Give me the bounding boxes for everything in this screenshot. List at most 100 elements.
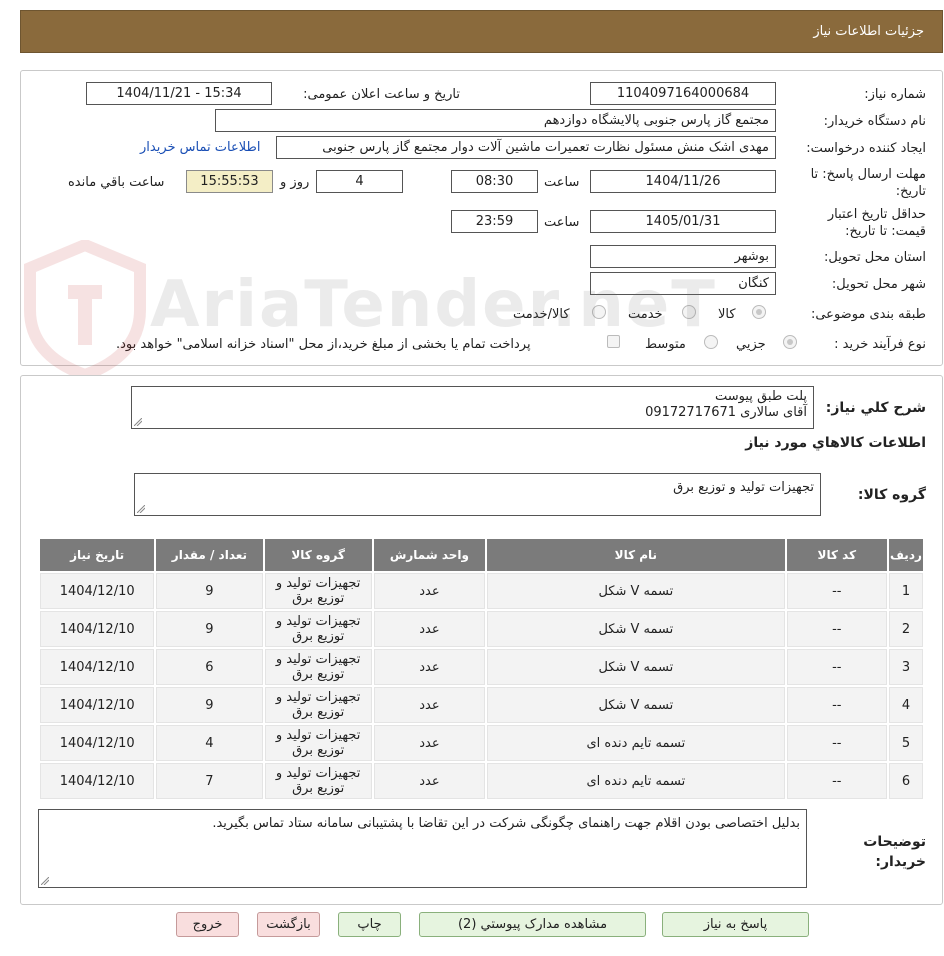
cell-quantity: 9 — [156, 611, 263, 647]
cell-group-line-1: تجهیزات تولید و — [275, 690, 361, 705]
need-number-label: شماره نیاز: — [864, 87, 926, 102]
cell-row-number: 1 — [888, 573, 923, 609]
cell-name: تسمه V شکل — [487, 573, 785, 609]
cell-date: 1404/12/10 — [40, 725, 155, 761]
cell-code: -- — [786, 725, 887, 761]
cell-group-line-1: تجهیزات تولید و — [275, 766, 361, 781]
reply-button[interactable]: پاسخ به نیاز — [662, 912, 809, 937]
cell-name: تسمه V شکل — [487, 649, 785, 685]
cell-group-line-1: تجهیزات تولید و — [275, 614, 361, 629]
buyer-label: نام دستگاه خریدار: — [823, 114, 926, 129]
col-header-quantity: تعداد / مقدار — [156, 539, 263, 571]
back-button[interactable]: بازگشت — [257, 912, 320, 937]
description-field: پلت طبق پیوست آقای سالاری 09172717671 — [131, 386, 814, 429]
cell-name: تسمه تایم دنده ای — [487, 725, 785, 761]
cell-group: تجهیزات تولید و توزیع برق — [264, 611, 372, 647]
buyer-notes-field: بدلیل اختصاصی بودن اقلام جهت راهنمای چگو… — [38, 809, 807, 888]
cell-code: -- — [786, 573, 887, 609]
table-row: 3 -- تسمه V شکل عدد تجهیزات تولید و توزیع… — [40, 649, 923, 685]
buyer-notes-text: بدلیل اختصاصی بودن اقلام جهت راهنمای چگو… — [212, 816, 800, 831]
description-line-1: پلت طبق پیوست — [715, 389, 807, 404]
cell-quantity: 9 — [156, 573, 263, 609]
buyer-notes-label-line-1: توضیحات — [863, 834, 926, 850]
category-radio-goods[interactable] — [752, 305, 766, 319]
requester-label: ایجاد کننده درخواست: — [806, 141, 926, 156]
buyer-contact-link[interactable]: اطلاعات تماس خریدار — [140, 140, 260, 155]
cell-name: تسمه V شکل — [487, 611, 785, 647]
table-row: 4 -- تسمه V شکل عدد تجهیزات تولید و توزیع… — [40, 687, 923, 723]
category-option-goods: کالا — [718, 307, 736, 322]
category-radio-service[interactable] — [682, 305, 696, 319]
announce-label: تاریخ و ساعت اعلان عمومی: — [303, 87, 460, 102]
deadline-time-field: 08:30 — [451, 170, 538, 193]
validity-date-field: 1405/01/31 — [590, 210, 776, 233]
announce-date-field: 1404/11/21 - 15:34 — [86, 82, 272, 105]
city-field: کنگان — [590, 272, 776, 295]
cell-group-line-1: تجهیزات تولید و — [275, 728, 361, 743]
cell-quantity: 7 — [156, 763, 263, 799]
col-header-row-number: ردیف — [888, 539, 923, 571]
cell-code: -- — [786, 687, 887, 723]
cell-group: تجهیزات تولید و توزیع برق — [264, 573, 372, 609]
cell-unit: عدد — [373, 573, 486, 609]
table-row: 5 -- تسمه تایم دنده ای عدد تجهیزات تولید… — [40, 725, 923, 761]
deadline-label: مهلت ارسال پاسخ: تا تاریخ: — [808, 166, 926, 200]
treasury-checkbox[interactable] — [607, 335, 620, 348]
days-label: روز و — [280, 175, 310, 190]
city-label: شهر محل تحویل: — [831, 277, 926, 292]
goods-group-value: تجهیزات تولید و توزیع برق — [673, 480, 814, 495]
cell-name: تسمه تایم دنده ای — [487, 763, 785, 799]
page-header: جزئیات اطلاعات نیاز — [20, 10, 943, 53]
days-field: 4 — [316, 170, 403, 193]
table-row: 2 -- تسمه V شکل عدد تجهیزات تولید و توزیع… — [40, 611, 923, 647]
cell-quantity: 4 — [156, 725, 263, 761]
table-row: 6 -- تسمه تایم دنده ای عدد تجهیزات تولید… — [40, 763, 923, 799]
cell-group-line-2: توزیع برق — [292, 629, 345, 644]
col-header-code: کد کالا — [786, 539, 887, 571]
category-label: طبقه بندی موضوعی: — [810, 307, 926, 322]
cell-row-number: 6 — [888, 763, 923, 799]
buyer-notes-label-line-2: خریدار: — [875, 854, 926, 870]
cell-name: تسمه V شکل — [487, 687, 785, 723]
goods-group-label: گروه کالا: — [857, 487, 926, 503]
table-row: 1 -- تسمه V شکل عدد تجهیزات تولید و توزیع… — [40, 573, 923, 609]
process-label: نوع فرآیند خرید : — [834, 337, 926, 352]
cell-group-line-1: تجهیزات تولید و — [275, 652, 361, 667]
description-line-2: آقای سالاری 09172717671 — [645, 405, 807, 420]
cell-group: تجهیزات تولید و توزیع برق — [264, 687, 372, 723]
cell-group-line-2: توزیع برق — [292, 781, 345, 796]
goods-group-field: تجهیزات تولید و توزیع برق — [134, 473, 821, 516]
col-header-date: تاریخ نیاز — [40, 539, 155, 571]
process-radio-partial[interactable] — [783, 335, 797, 349]
cell-date: 1404/12/10 — [40, 573, 155, 609]
cell-group: تجهیزات تولید و توزیع برق — [264, 649, 372, 685]
need-number-field: 1104097164000684 — [590, 82, 776, 105]
cell-row-number: 4 — [888, 687, 923, 723]
col-header-group: گروه کالا — [264, 539, 372, 571]
validity-time-field: 23:59 — [451, 210, 538, 233]
view-attachments-button[interactable]: مشاهده مدارک پیوستي (2) — [419, 912, 646, 937]
cell-unit: عدد — [373, 763, 486, 799]
deadline-date-field: 1404/11/26 — [590, 170, 776, 193]
buyer-field: مجتمع گاز پارس جنوبی پالایشگاه دوازدهم — [215, 109, 776, 132]
province-label: استان محل تحویل: — [824, 250, 926, 265]
print-button[interactable]: چاپ — [338, 912, 401, 937]
page-title: جزئیات اطلاعات نیاز — [813, 24, 924, 39]
category-option-goods-service: کالا/خدمت — [513, 307, 570, 322]
exit-button[interactable]: خروج — [176, 912, 239, 937]
remaining-label: ساعت باقي مانده — [68, 175, 165, 190]
cell-unit: عدد — [373, 725, 486, 761]
cell-group: تجهیزات تولید و توزیع برق — [264, 763, 372, 799]
cell-group-line-2: توزیع برق — [292, 667, 345, 682]
process-option-medium: متوسط — [645, 337, 686, 352]
col-header-unit: واحد شمارش — [373, 539, 486, 571]
cell-date: 1404/12/10 — [40, 611, 155, 647]
cell-code: -- — [786, 763, 887, 799]
validity-label-text: حداقل تاریخ اعتبار قیمت: تا تاریخ: — [827, 207, 926, 239]
cell-code: -- — [786, 649, 887, 685]
resize-grip-icon — [134, 418, 142, 426]
cell-group: تجهیزات تولید و توزیع برق — [264, 725, 372, 761]
process-radio-medium[interactable] — [704, 335, 718, 349]
cell-unit: عدد — [373, 611, 486, 647]
category-radio-goods-service[interactable] — [592, 305, 606, 319]
